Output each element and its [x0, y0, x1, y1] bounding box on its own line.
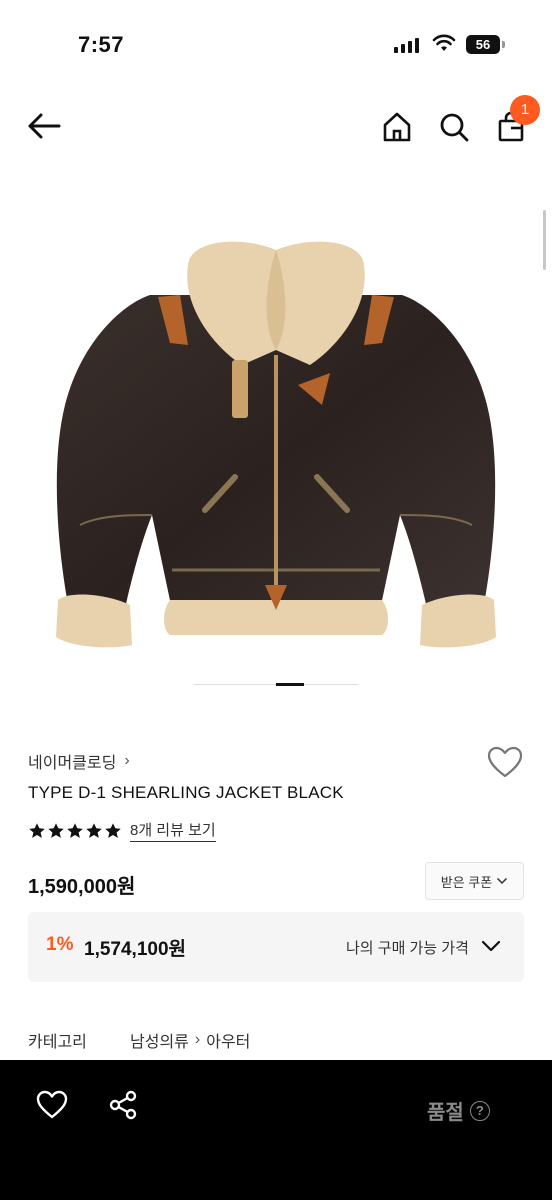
rating-stars [28, 822, 122, 840]
status-time: 7:57 [78, 32, 125, 57]
star-icon [29, 822, 45, 838]
rating-row: 8개 리뷰 보기 [28, 819, 216, 842]
heart-icon[interactable] [36, 1090, 68, 1120]
chevron-right-icon: › [124, 752, 130, 769]
product-image[interactable] [40, 225, 512, 655]
star-icon [67, 822, 83, 838]
price: 1,590,000원 [28, 876, 136, 898]
back-button[interactable] [26, 110, 62, 142]
status-bar: 7:57 56 [0, 0, 552, 90]
scroll-indicator [543, 210, 546, 270]
cart-count-badge: 1 [510, 95, 540, 125]
battery-icon: 56 [466, 35, 500, 54]
bottom-action-bar: 품절 ? [0, 1060, 552, 1200]
discount-price: 1,574,100원 [84, 939, 187, 960]
star-icon [105, 822, 121, 838]
review-link[interactable]: 8개 리뷰 보기 [130, 819, 216, 842]
share-icon[interactable] [108, 1090, 138, 1120]
search-icon[interactable] [437, 110, 471, 144]
coupon-button[interactable]: 받은 쿠폰 [425, 862, 524, 900]
category-label: 카테고리 [28, 1034, 87, 1051]
star-icon [48, 822, 64, 838]
battery-tip [502, 41, 505, 48]
discount-rate: 1% [46, 934, 74, 955]
sold-out-label: 품절 [427, 1102, 464, 1124]
brand-name: 네이머클로딩 [28, 755, 117, 772]
brand-link[interactable]: 네이머클로딩 › [28, 749, 130, 773]
pager-active-indicator [276, 683, 304, 686]
chevron-down-icon [481, 940, 501, 952]
image-pager [194, 683, 358, 687]
wifi-icon [432, 34, 456, 51]
star-icon [86, 822, 102, 838]
signal-icon [394, 37, 419, 53]
coupon-button-label: 받은 쿠폰 [440, 874, 493, 890]
chevron-down-icon [497, 877, 508, 885]
like-heart-icon[interactable] [486, 745, 524, 779]
product-name: TYPE D-1 SHEARLING JACKET BLACK [28, 783, 344, 802]
help-icon[interactable]: ? [469, 1100, 490, 1121]
home-icon[interactable] [380, 110, 414, 144]
category-link[interactable]: 남성의류 [130, 1028, 189, 1052]
category-breadcrumb: 남성의류 › 아우터 [130, 1028, 250, 1052]
sold-out-status: 품절 ? [427, 1096, 490, 1125]
category-link[interactable]: 아우터 [206, 1028, 250, 1052]
my-purchase-price-box[interactable]: 1% 1,574,100원 나의 구매 가능 가격 [28, 912, 524, 982]
my-purchase-price-label: 나의 구매 가능 가격 [346, 940, 469, 957]
chevron-right-icon: › [194, 1031, 201, 1048]
